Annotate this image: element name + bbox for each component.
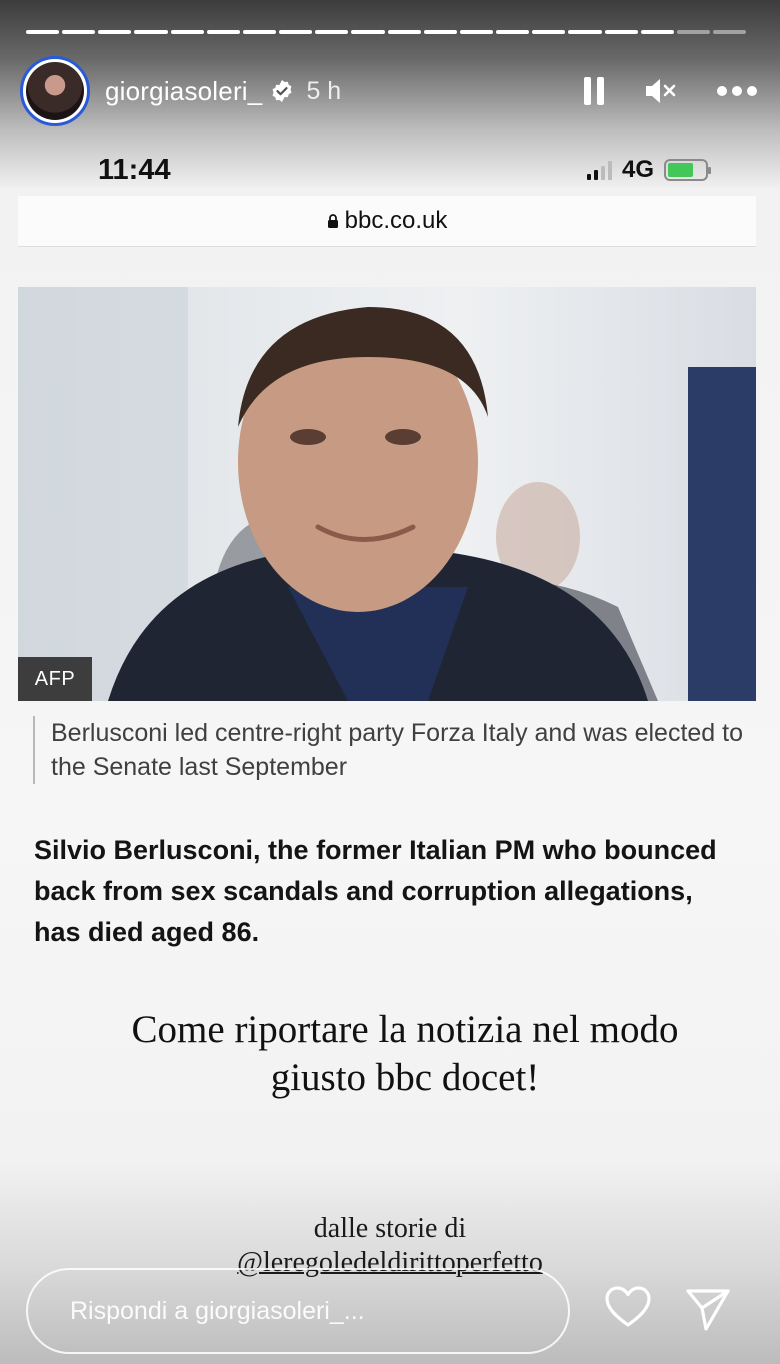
progress-segment [242, 30, 277, 34]
more-dots-icon [717, 86, 757, 96]
browser-url-bar: bbc.co.uk [18, 196, 756, 247]
progress-segment [604, 30, 638, 34]
article-lead: Silvio Berlusconi, the former Italian PM… [34, 835, 717, 947]
send-icon[interactable] [684, 1286, 732, 1332]
story-progress-bar [26, 30, 747, 34]
url-text: bbc.co.uk [344, 207, 448, 234]
progress-segment [532, 30, 566, 34]
phone-status-icons: 4G [586, 156, 711, 184]
progress-segment [423, 30, 457, 34]
speaker-muted-icon [646, 79, 676, 103]
verified-badge-icon [272, 80, 292, 102]
progress-segment [279, 30, 313, 34]
progress-segment [26, 30, 60, 34]
progress-segment [496, 30, 530, 34]
battery-charging-icon [664, 159, 711, 181]
progress-segment [387, 30, 421, 34]
story-header: giorgiasoleri_ 5 h [20, 52, 758, 130]
overlay-line-1: Come riportare la notizia nel modo [131, 1008, 679, 1051]
story-overlay-text: Come riportare la notizia nel modo giust… [60, 1006, 750, 1102]
phone-clock: 11:44 [98, 153, 171, 186]
photo-credit: AFP [18, 657, 92, 701]
avatar[interactable] [20, 56, 90, 126]
avatar-photo [26, 62, 84, 120]
progress-segment [351, 30, 385, 34]
progress-segment [459, 30, 494, 34]
credit-prefix: dalle storie di [313, 1213, 467, 1244]
progress-segment [315, 30, 349, 34]
progress-segment [712, 30, 747, 34]
phone-status-bar: 11:44 4G [98, 150, 711, 190]
story-time: 5 h [306, 76, 342, 105]
progress-segment [98, 30, 132, 34]
heart-icon[interactable] [604, 1285, 652, 1329]
network-type: 4G [621, 156, 654, 183]
signal-icon [586, 160, 612, 180]
progress-segment [676, 30, 710, 34]
progress-segment [640, 30, 674, 34]
progress-segment [568, 30, 602, 34]
portrait-illustration [18, 287, 756, 701]
progress-segment [62, 30, 96, 34]
pause-button[interactable] [582, 75, 606, 107]
username[interactable]: giorgiasoleri_ [105, 76, 262, 107]
overlay-line-2: giusto bbc docet! [270, 1056, 540, 1099]
reply-input[interactable] [68, 1295, 532, 1327]
pause-icon [584, 77, 604, 105]
progress-segment [206, 30, 240, 34]
progress-segment [134, 30, 168, 34]
reply-bar[interactable] [26, 1268, 570, 1354]
photo-caption: Berlusconi led centre-right party Forza … [33, 716, 761, 784]
lock-icon [327, 214, 338, 228]
more-options-button[interactable] [716, 85, 758, 97]
story-controls [582, 75, 758, 107]
news-photo: AFP [18, 287, 756, 701]
mute-button[interactable] [644, 75, 678, 107]
progress-segment [170, 30, 204, 34]
